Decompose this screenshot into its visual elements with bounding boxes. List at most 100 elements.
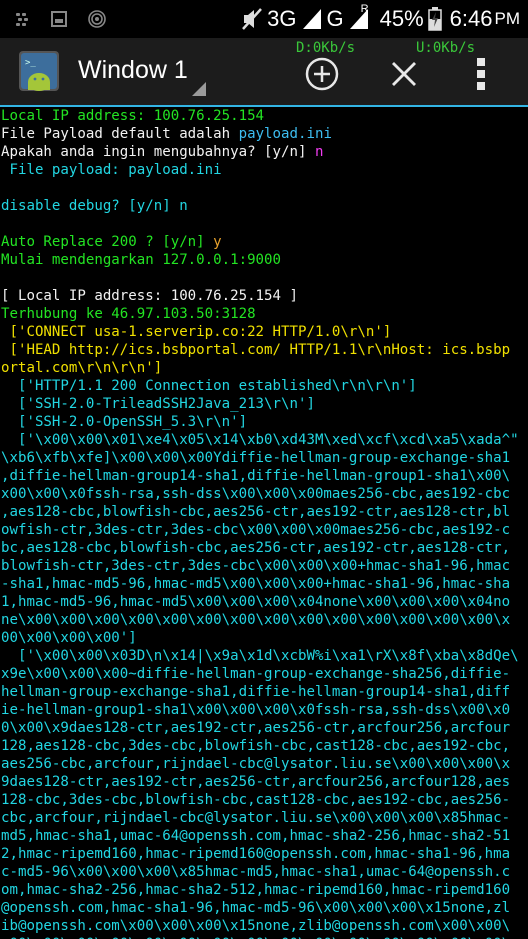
- terminal-line: [ Local IP address: 100.76.25.154 ]: [0, 287, 528, 305]
- network-3g-label: 3G: [267, 6, 297, 31]
- terminal-line-text: cbc,arcfour,rijndael-cbc@lysator.liu.se\…: [1, 810, 511, 826]
- clock-time: 6:46: [449, 6, 493, 31]
- terminal-line-text: ne\x00\x00\x00\x00\x00\x00\x00\x00\x00\x…: [1, 612, 511, 628]
- screenshot-icon: [51, 11, 67, 27]
- terminal-line-text: ['SSH-2.0-TrileadSSH2Java_213\r\n']: [1, 396, 315, 412]
- terminal-line-text: Auto Replace 200 ? [y/n]: [1, 234, 214, 250]
- terminal-line-text: ['HEAD http://ics.bsbportal.com/ HTTP/1.…: [1, 342, 511, 358]
- battery-percent: 45%: [379, 6, 424, 31]
- terminal-line: ['SSH-2.0-OpenSSH_5.3\r\n']: [0, 413, 528, 431]
- terminal-line: ['SSH-2.0-TrileadSSH2Java_213\r\n']: [0, 395, 528, 413]
- terminal-line-text: hellman-group-exchange-sha1,diffie-hellm…: [1, 684, 511, 700]
- terminal-line: ie-hellman-group1-sha1\x00\x00\x00\x0fss…: [0, 701, 528, 719]
- signal-3g-icon: [302, 9, 321, 29]
- terminal-line-text: om,hmac-sha2-256,hmac-sha2-512,hmac-ripe…: [1, 882, 511, 898]
- window-dropdown-indicator[interactable]: [192, 82, 206, 96]
- terminal-line: ['\x00\x00\x01\xe4\x05\x14\xb0\xd43M\xed…: [0, 431, 528, 449]
- terminal-line-text: 1,hmac-md5-96,hmac-md5\x00\x00\x00\x04no…: [1, 594, 511, 610]
- terminal-line-text: ['CONNECT usa-1.serverip.co:22 HTTP/1.0\…: [1, 324, 392, 340]
- terminal-line: ib@openssh.com\x00\x00\x00\x15none,zlib@…: [0, 917, 528, 935]
- terminal-line: File Payload default adalah payload.ini: [0, 125, 528, 143]
- terminal-line: disable debug? [y/n] n: [0, 197, 528, 215]
- terminal-line: ortal.com\r\n\r\n']: [0, 359, 528, 377]
- terminal-line: 2,hmac-ripemd160,hmac-ripemd160@openssh.…: [0, 845, 528, 863]
- terminal-line-text: 9daes128-ctr,aes192-ctr,aes256-ctr,arcfo…: [1, 774, 511, 790]
- terminal-line: blowfish-ctr,3des-ctr,3des-cbc\x00\x00\x…: [0, 557, 528, 575]
- terminal-line: 128-cbc,3des-cbc,blowfish-cbc,cast128-cb…: [0, 791, 528, 809]
- terminal-line: Terhubung ke 46.97.103.50:3128: [0, 305, 528, 323]
- terminal-line-text: aes256-cbc,arcfour,rijndael-cbc@lysator.…: [1, 756, 511, 772]
- terminal-line: ,diffie-hellman-group14-sha1,diffie-hell…: [0, 467, 528, 485]
- terminal-line: owfish-ctr,3des-ctr,3des-cbc\x00\x00\x00…: [0, 521, 528, 539]
- terminal-line-text: 0\x00\x9daes128-ctr,aes192-ctr,aes256-ct…: [1, 720, 511, 736]
- close-icon[interactable]: [382, 52, 426, 96]
- overflow-menu-icon[interactable]: [466, 52, 496, 96]
- terminal-line-text: c-md5-96\x00\x00\x00\x85hmac-md5,hmac-sh…: [1, 864, 511, 880]
- terminal-line: c-md5-96\x00\x00\x00\x85hmac-md5,hmac-sh…: [0, 863, 528, 881]
- terminal-line-text: 00\x00\x00\x00']: [1, 630, 137, 646]
- terminal-line-text: ['HTTP/1.1 200 Connection established\r\…: [1, 378, 417, 394]
- terminal-line: 0\x00\x9daes128-ctr,aes192-ctr,aes256-ct…: [0, 719, 528, 737]
- terminal-line: ['\x00\x00\x03D\n\x14|\x9a\x1d\xcbW%i\xa…: [0, 647, 528, 665]
- terminal-line: 9daes128-ctr,aes192-ctr,aes256-ctr,arcfo…: [0, 773, 528, 791]
- terminal-line-text: @openssh.com,hmac-sha1-96,hmac-md5-96\x0…: [1, 900, 511, 916]
- terminal-line-text: ie-hellman-group1-sha1\x00\x00\x00\x0fss…: [1, 702, 511, 718]
- terminal-line: x9e\x00\x00\x00~diffie-hellman-group-exc…: [0, 665, 528, 683]
- terminal-line: 1,hmac-md5-96,hmac-md5\x00\x00\x00\x04no…: [0, 593, 528, 611]
- terminal-line-text: ['\x00\x00\x03D\n\x14|\x9a\x1d\xcbW%i\xa…: [1, 648, 519, 664]
- add-icon[interactable]: [300, 52, 344, 96]
- clock-ampm: PM: [494, 9, 521, 28]
- terminal-line-input: payload.ini: [238, 126, 332, 142]
- terminal-line: ne\x00\x00\x00\x00\x00\x00\x00\x00\x00\x…: [0, 611, 528, 629]
- terminal-line-text: Terhubung ke 46.97.103.50:3128: [1, 306, 256, 322]
- terminal-line: md5,hmac-sha1,umac-64@openssh.com,hmac-s…: [0, 827, 528, 845]
- terminal-line: 128,aes128-cbc,3des-cbc,blowfish-cbc,cas…: [0, 737, 528, 755]
- terminal-line: ['HEAD http://ics.bsbportal.com/ HTTP/1.…: [0, 341, 528, 359]
- terminal-line: x00\x00\x00\x00\x00\x00\x00\x00\x00\x00\…: [0, 935, 528, 939]
- window-title[interactable]: Window 1: [78, 56, 188, 85]
- terminal-line-text: x9e\x00\x00\x00~diffie-hellman-group-exc…: [1, 666, 511, 682]
- terminal-line-text: [ Local IP address: 100.76.25.154 ]: [1, 288, 298, 304]
- terminal-line-text: ib@openssh.com\x00\x00\x00\x15none,zlib@…: [1, 918, 511, 934]
- terminal-line: Mulai mendengarkan 127.0.0.1:9000: [0, 251, 528, 269]
- terminal-line-text: Mulai mendengarkan 127.0.0.1:9000: [1, 252, 282, 268]
- terminal-line: ['CONNECT usa-1.serverip.co:22 HTTP/1.0\…: [0, 323, 528, 341]
- terminal-line: bc,aes128-cbc,blowfish-cbc,aes256-ctr,ae…: [0, 539, 528, 557]
- terminal-line-text: File Payload default adalah: [1, 126, 239, 142]
- terminal-line-text: 128-cbc,3des-cbc,blowfish-cbc,cast128-cb…: [1, 792, 511, 808]
- status-bar: 3G G R 45% 6:46 PM: [0, 0, 528, 38]
- terminal-app-icon[interactable]: >_: [18, 50, 60, 92]
- terminal-line: @openssh.com,hmac-sha1-96,hmac-md5-96\x0…: [0, 899, 528, 917]
- terminal-line-text: Local IP address: 100.76.25.154: [1, 108, 265, 124]
- terminal-line: x00\x00\x0fssh-rsa,ssh-dss\x00\x00\x00ma…: [0, 485, 528, 503]
- bbm-icon: [16, 13, 28, 26]
- terminal-line-text: disable debug? [y/n] n: [1, 198, 188, 214]
- terminal-line: om,hmac-sha2-256,hmac-sha2-512,hmac-ripe…: [0, 881, 528, 899]
- terminal-line-text: -sha1,hmac-md5-96,hmac-md5\x00\x00\x00+h…: [1, 576, 511, 592]
- network-g-label: G: [326, 6, 344, 31]
- terminal-line: Auto Replace 200 ? [y/n] y: [0, 233, 528, 251]
- terminal-line-text: ortal.com\r\n\r\n']: [1, 360, 163, 376]
- terminal-line: \xb6\xfb\xfe]\x00\x00\x00Ydiffie-hellman…: [0, 449, 528, 467]
- wifi-hotspot-icon: [88, 10, 106, 28]
- terminal-line: File payload: payload.ini: [0, 161, 528, 179]
- terminal-line-input: y: [213, 234, 222, 250]
- terminal-line-text: bc,aes128-cbc,blowfish-cbc,aes256-ctr,ae…: [1, 540, 511, 556]
- terminal-line: aes256-cbc,arcfour,rijndael-cbc@lysator.…: [0, 755, 528, 773]
- terminal-line-text: \xb6\xfb\xfe]\x00\x00\x00Ydiffie-hellman…: [1, 450, 511, 466]
- terminal-line-text: ['\x00\x00\x01\xe4\x05\x14\xb0\xd43M\xed…: [1, 432, 519, 448]
- terminal-line-text: x00\x00\x0fssh-rsa,ssh-dss\x00\x00\x00ma…: [1, 486, 511, 502]
- battery-icon: [427, 7, 442, 31]
- terminal-line: Apakah anda ingin mengubahnya? [y/n] n: [0, 143, 528, 161]
- terminal-line-input: n: [314, 144, 324, 160]
- terminal-line: cbc,arcfour,rijndael-cbc@lysator.liu.se\…: [0, 809, 528, 827]
- terminal-line-text: File payload: payload.ini: [1, 162, 222, 178]
- action-bar: >_ Window 1 D:0Kb/s U:0Kb/s: [0, 38, 528, 107]
- terminal-line: -sha1,hmac-md5-96,hmac-md5\x00\x00\x00+h…: [0, 575, 528, 593]
- terminal-output[interactable]: Local IP address: 100.76.25.154 File Payl…: [0, 107, 528, 939]
- mute-icon: [242, 8, 263, 30]
- terminal-line-text: blowfish-ctr,3des-ctr,3des-cbc\x00\x00\x…: [1, 558, 511, 574]
- signal-edge-icon: R: [348, 3, 372, 31]
